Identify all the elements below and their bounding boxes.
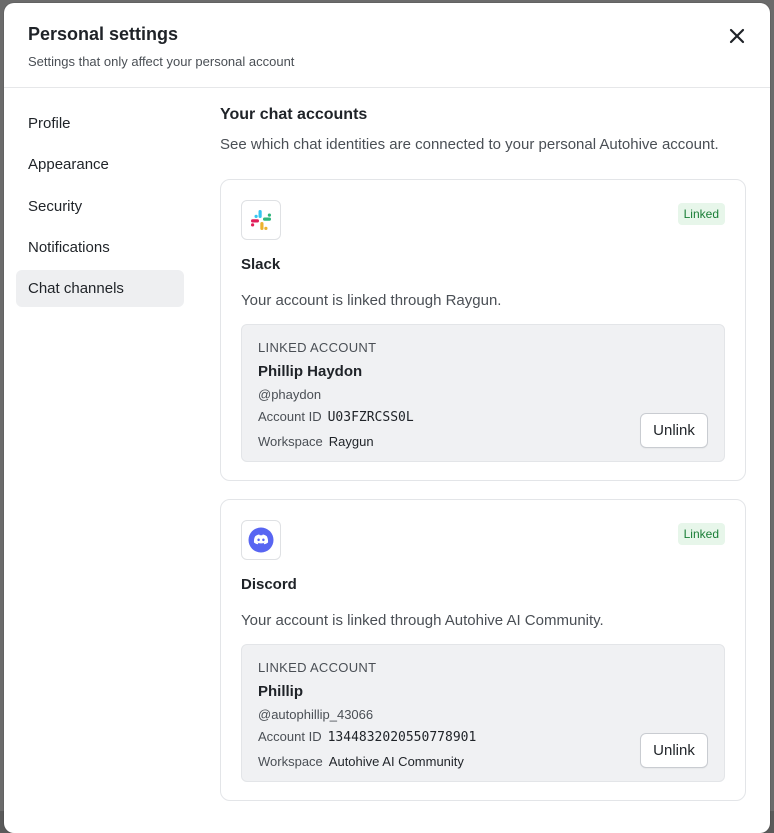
- workspace-label: Workspace: [258, 434, 323, 449]
- account-id-value: U03FZRCSS0L: [327, 410, 414, 425]
- status-badge: Linked: [677, 203, 725, 225]
- linked-account-name: Phillip: [258, 683, 303, 700]
- provider-link-description: Your account is linked through Raygun.: [241, 292, 502, 309]
- account-id-row: Account ID U03FZRCSS0L: [258, 409, 414, 425]
- section-title: Your chat accounts: [220, 106, 368, 123]
- account-id-value: 1344832020550778901: [327, 730, 477, 745]
- workspace-row: Workspace Autohive AI Community: [258, 754, 464, 769]
- workspace-label: Workspace: [258, 754, 323, 769]
- sidebar-item-label: Profile: [28, 115, 71, 132]
- chat-accounts-panel: Your chat accounts See which chat identi…: [220, 106, 746, 801]
- account-id-row: Account ID 1344832020550778901: [258, 729, 476, 745]
- provider-name: Discord: [241, 576, 297, 593]
- slack-logo-icon: [251, 210, 271, 230]
- discord-logo-icon: [248, 527, 274, 553]
- personal-settings-dialog: Personal settings Settings that only aff…: [4, 3, 770, 833]
- account-id-label: Account ID: [258, 409, 322, 424]
- linked-account-handle: @autophillip_43066: [258, 707, 374, 722]
- provider-link-description: Your account is linked through Autohive …: [241, 612, 604, 629]
- dialog-header: Personal settings Settings that only aff…: [4, 3, 770, 88]
- workspace-value: Raygun: [328, 434, 374, 449]
- unlink-slack-button[interactable]: Unlink: [640, 413, 708, 448]
- sidebar-item-profile[interactable]: Profile: [16, 105, 184, 142]
- sidebar-item-chat-channels[interactable]: Chat channels: [16, 270, 184, 308]
- dialog-subtitle: Settings that only affect your personal …: [28, 54, 295, 69]
- dialog-title: Personal settings: [28, 24, 179, 44]
- unlink-discord-button[interactable]: Unlink: [640, 733, 708, 768]
- provider-logo: [241, 200, 281, 240]
- linked-account-label: LINKED ACCOUNT: [258, 340, 377, 355]
- close-button[interactable]: [725, 24, 749, 48]
- account-id-label: Account ID: [258, 729, 322, 744]
- sidebar-item-appearance[interactable]: Appearance: [16, 146, 184, 183]
- slack-account-card: Linked Slack Your account is linked thro…: [220, 179, 746, 481]
- sidebar-item-label: Security: [28, 197, 83, 215]
- linked-account-handle: @phaydon: [258, 387, 322, 402]
- workspace-value: Autohive AI Community: [328, 754, 464, 769]
- sidebar-item-security[interactable]: Security: [16, 188, 184, 225]
- discord-account-card: Linked Discord Your account is linked th…: [220, 499, 746, 801]
- provider-logo: [241, 520, 281, 560]
- sidebar-item-label: Notifications: [28, 238, 110, 256]
- status-badge: Linked: [677, 523, 725, 545]
- linked-account-details: LINKED ACCOUNT Phillip Haydon @phaydon A…: [241, 324, 725, 462]
- provider-name: Slack: [241, 256, 281, 273]
- sidebar-item-label: Chat channels: [28, 280, 124, 298]
- linked-account-name: Phillip Haydon: [258, 363, 363, 380]
- settings-sidebar-nav: Profile Appearance Security Notification…: [16, 105, 184, 311]
- sidebar-item-label: Appearance: [28, 156, 109, 174]
- workspace-row: Workspace Raygun: [258, 434, 374, 449]
- linked-account-details: LINKED ACCOUNT Phillip @autophillip_4306…: [241, 644, 725, 782]
- sidebar-item-notifications[interactable]: Notifications: [16, 229, 184, 266]
- section-description: See which chat identities are connected …: [220, 136, 719, 153]
- linked-account-label: LINKED ACCOUNT: [258, 660, 377, 675]
- close-icon: [729, 28, 745, 44]
